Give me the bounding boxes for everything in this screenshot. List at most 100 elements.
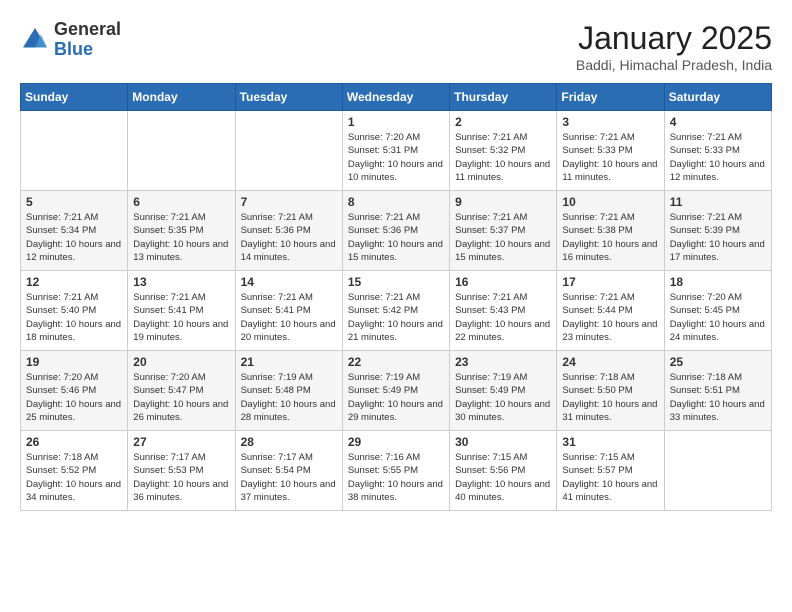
day-number: 3	[562, 115, 658, 129]
cell-info: Sunrise: 7:20 AM Sunset: 5:31 PM Dayligh…	[348, 131, 444, 184]
calendar-cell: 2Sunrise: 7:21 AM Sunset: 5:32 PM Daylig…	[450, 111, 557, 191]
calendar-cell: 12Sunrise: 7:21 AM Sunset: 5:40 PM Dayli…	[21, 271, 128, 351]
calendar-cell: 4Sunrise: 7:21 AM Sunset: 5:33 PM Daylig…	[664, 111, 771, 191]
calendar-cell: 30Sunrise: 7:15 AM Sunset: 5:56 PM Dayli…	[450, 431, 557, 511]
calendar-cell: 22Sunrise: 7:19 AM Sunset: 5:49 PM Dayli…	[342, 351, 449, 431]
calendar-cell: 19 Sunrise: 7:20 AM Sunset: 5:46 PM Dayli…	[21, 351, 128, 431]
day-number: 6	[133, 195, 229, 209]
calendar-cell: 27 Sunrise: 7:17 AM Sunset: 5:53 PM Dayli…	[128, 431, 235, 511]
day-number: 10	[562, 195, 658, 209]
calendar-cell: 20Sunrise: 7:20 AM Sunset: 5:47 PM Dayli…	[128, 351, 235, 431]
day-number: 29	[348, 435, 444, 449]
cell-info: Sunrise: 7:21 AM Sunset: 5:34 PM Dayligh…	[26, 211, 122, 264]
calendar-cell: 28 Sunrise: 7:17 AM Sunset: 5:54 PM Dayli…	[235, 431, 342, 511]
cell-info: Sunrise: 7:21 AM Sunset: 5:39 PM Dayligh…	[670, 211, 766, 264]
day-number: 30	[455, 435, 551, 449]
calendar-cell: 24 Sunrise: 7:18 AM Sunset: 5:50 PM Dayli…	[557, 351, 664, 431]
cell-info: Sunrise: 7:20 AM Sunset: 5:46 PM Dayligh…	[26, 371, 122, 424]
cell-info: Sunrise: 7:21 AM Sunset: 5:35 PM Dayligh…	[133, 211, 229, 264]
day-number: 24	[562, 355, 658, 369]
week-row-4: 26Sunrise: 7:18 AM Sunset: 5:52 PM Dayli…	[21, 431, 772, 511]
day-number: 4	[670, 115, 766, 129]
calendar-cell	[664, 431, 771, 511]
day-number: 9	[455, 195, 551, 209]
day-header-tuesday: Tuesday	[235, 84, 342, 111]
cell-info: Sunrise: 7:21 AM Sunset: 5:37 PM Dayligh…	[455, 211, 551, 264]
logo-general: General	[54, 20, 121, 40]
calendar-cell: 16 Sunrise: 7:21 AM Sunset: 5:43 PM Dayli…	[450, 271, 557, 351]
cell-info: Sunrise: 7:20 AM Sunset: 5:45 PM Dayligh…	[670, 291, 766, 344]
week-row-0: 1 Sunrise: 7:20 AM Sunset: 5:31 PM Daylig…	[21, 111, 772, 191]
day-number: 8	[348, 195, 444, 209]
cell-info: Sunrise: 7:21 AM Sunset: 5:41 PM Dayligh…	[133, 291, 229, 344]
calendar-cell: 5Sunrise: 7:21 AM Sunset: 5:34 PM Daylig…	[21, 191, 128, 271]
calendar-cell: 31Sunrise: 7:15 AM Sunset: 5:57 PM Dayli…	[557, 431, 664, 511]
cell-info: Sunrise: 7:19 AM Sunset: 5:49 PM Dayligh…	[348, 371, 444, 424]
day-number: 7	[241, 195, 337, 209]
cell-info: Sunrise: 7:21 AM Sunset: 5:44 PM Dayligh…	[562, 291, 658, 344]
day-number: 23	[455, 355, 551, 369]
cell-info: Sunrise: 7:18 AM Sunset: 5:50 PM Dayligh…	[562, 371, 658, 424]
calendar-cell: 18 Sunrise: 7:20 AM Sunset: 5:45 PM Dayli…	[664, 271, 771, 351]
logo-blue: Blue	[54, 40, 121, 60]
calendar-header: General Blue January 2025 Baddi, Himacha…	[20, 20, 772, 73]
calendar-cell: 25 Sunrise: 7:18 AM Sunset: 5:51 PM Dayli…	[664, 351, 771, 431]
days-header-row: SundayMondayTuesdayWednesdayThursdayFrid…	[21, 84, 772, 111]
day-header-saturday: Saturday	[664, 84, 771, 111]
day-number: 19	[26, 355, 122, 369]
cell-info: Sunrise: 7:21 AM Sunset: 5:41 PM Dayligh…	[241, 291, 337, 344]
cell-info: Sunrise: 7:18 AM Sunset: 5:51 PM Dayligh…	[670, 371, 766, 424]
calendar-cell: 14 Sunrise: 7:21 AM Sunset: 5:41 PM Dayli…	[235, 271, 342, 351]
day-number: 27	[133, 435, 229, 449]
cell-info: Sunrise: 7:17 AM Sunset: 5:54 PM Dayligh…	[241, 451, 337, 504]
day-number: 31	[562, 435, 658, 449]
day-number: 11	[670, 195, 766, 209]
day-number: 26	[26, 435, 122, 449]
day-header-friday: Friday	[557, 84, 664, 111]
logo: General Blue	[20, 20, 121, 60]
calendar-cell: 13 Sunrise: 7:21 AM Sunset: 5:41 PM Dayli…	[128, 271, 235, 351]
calendar-cell: 7Sunrise: 7:21 AM Sunset: 5:36 PM Daylig…	[235, 191, 342, 271]
day-number: 21	[241, 355, 337, 369]
calendar-cell: 8Sunrise: 7:21 AM Sunset: 5:36 PM Daylig…	[342, 191, 449, 271]
calendar-cell	[235, 111, 342, 191]
cell-info: Sunrise: 7:17 AM Sunset: 5:53 PM Dayligh…	[133, 451, 229, 504]
cell-info: Sunrise: 7:21 AM Sunset: 5:40 PM Dayligh…	[26, 291, 122, 344]
title-block: January 2025 Baddi, Himachal Pradesh, In…	[576, 20, 772, 73]
calendar-title: January 2025	[576, 20, 772, 57]
calendar-cell: 29 Sunrise: 7:16 AM Sunset: 5:55 PM Dayli…	[342, 431, 449, 511]
calendar-cell: 10 Sunrise: 7:21 AM Sunset: 5:38 PM Dayli…	[557, 191, 664, 271]
week-row-3: 19 Sunrise: 7:20 AM Sunset: 5:46 PM Dayli…	[21, 351, 772, 431]
cell-info: Sunrise: 7:21 AM Sunset: 5:42 PM Dayligh…	[348, 291, 444, 344]
day-header-sunday: Sunday	[21, 84, 128, 111]
calendar-cell	[21, 111, 128, 191]
day-number: 14	[241, 275, 337, 289]
calendar-cell: 23 Sunrise: 7:19 AM Sunset: 5:49 PM Dayli…	[450, 351, 557, 431]
day-number: 28	[241, 435, 337, 449]
calendar-cell: 3 Sunrise: 7:21 AM Sunset: 5:33 PM Daylig…	[557, 111, 664, 191]
day-number: 15	[348, 275, 444, 289]
day-header-monday: Monday	[128, 84, 235, 111]
day-number: 18	[670, 275, 766, 289]
calendar-table: SundayMondayTuesdayWednesdayThursdayFrid…	[20, 83, 772, 511]
cell-info: Sunrise: 7:21 AM Sunset: 5:38 PM Dayligh…	[562, 211, 658, 264]
day-header-wednesday: Wednesday	[342, 84, 449, 111]
day-number: 25	[670, 355, 766, 369]
calendar-cell: 15 Sunrise: 7:21 AM Sunset: 5:42 PM Dayli…	[342, 271, 449, 351]
cell-info: Sunrise: 7:19 AM Sunset: 5:48 PM Dayligh…	[241, 371, 337, 424]
day-number: 16	[455, 275, 551, 289]
calendar-cell: 21 Sunrise: 7:19 AM Sunset: 5:48 PM Dayli…	[235, 351, 342, 431]
cell-info: Sunrise: 7:21 AM Sunset: 5:33 PM Dayligh…	[562, 131, 658, 184]
day-number: 13	[133, 275, 229, 289]
calendar-cell: 17 Sunrise: 7:21 AM Sunset: 5:44 PM Dayli…	[557, 271, 664, 351]
cell-info: Sunrise: 7:16 AM Sunset: 5:55 PM Dayligh…	[348, 451, 444, 504]
day-number: 17	[562, 275, 658, 289]
calendar-cell: 9 Sunrise: 7:21 AM Sunset: 5:37 PM Daylig…	[450, 191, 557, 271]
calendar-cell: 1 Sunrise: 7:20 AM Sunset: 5:31 PM Daylig…	[342, 111, 449, 191]
cell-info: Sunrise: 7:21 AM Sunset: 5:43 PM Dayligh…	[455, 291, 551, 344]
day-number: 1	[348, 115, 444, 129]
calendar-cell: 26Sunrise: 7:18 AM Sunset: 5:52 PM Dayli…	[21, 431, 128, 511]
day-header-thursday: Thursday	[450, 84, 557, 111]
cell-info: Sunrise: 7:19 AM Sunset: 5:49 PM Dayligh…	[455, 371, 551, 424]
cell-info: Sunrise: 7:20 AM Sunset: 5:47 PM Dayligh…	[133, 371, 229, 424]
